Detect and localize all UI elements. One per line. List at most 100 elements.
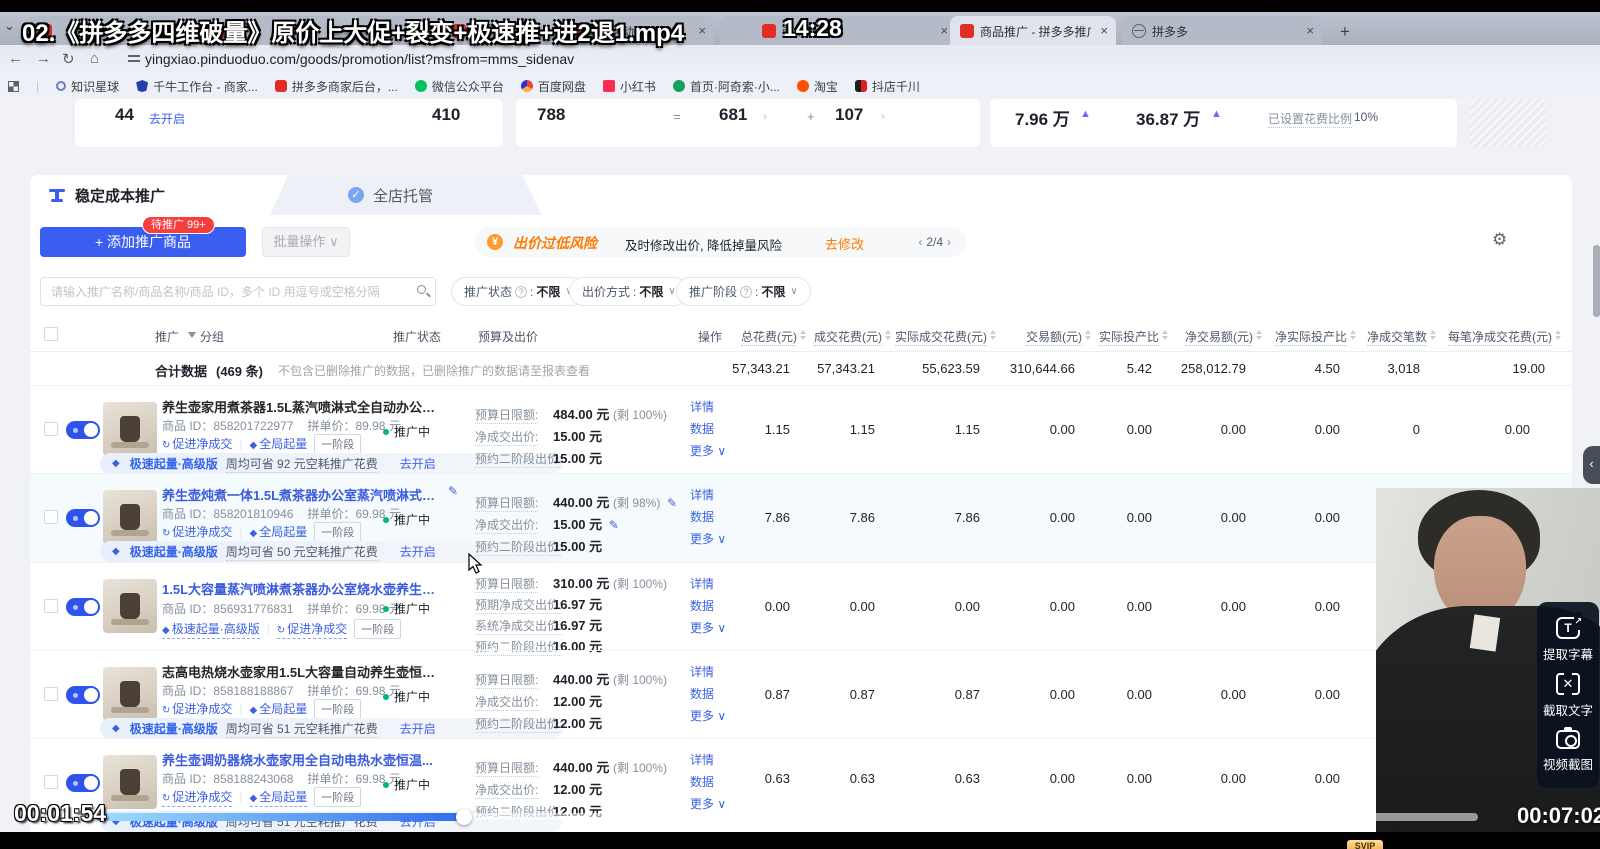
- reload-icon[interactable]: ↻: [62, 50, 75, 68]
- banner-enable-link[interactable]: 去开启: [400, 543, 436, 560]
- search-input[interactable]: [51, 279, 411, 304]
- edit-icon[interactable]: ✎: [609, 518, 619, 532]
- more-link[interactable]: 更多 ∨: [690, 442, 726, 459]
- col-metric[interactable]: 实际投产比: [1098, 328, 1168, 346]
- tag-link[interactable]: ◆ 极速起量·高级版: [162, 620, 260, 639]
- more-link[interactable]: 更多 ∨: [690, 707, 726, 724]
- col-metric[interactable]: 交易额(元): [1026, 328, 1091, 346]
- scrollbar-thumb[interactable]: [1593, 245, 1600, 317]
- filter-bid-type[interactable]: 出价方式: 不限 ∨: [569, 277, 689, 306]
- product-name[interactable]: 养生壶家用煮茶器1.5L蒸汽喷淋式全自动办公室...: [162, 397, 442, 416]
- more-link[interactable]: 更多 ∨: [690, 530, 726, 547]
- chevron-right-icon[interactable]: ›: [881, 109, 885, 123]
- col-metric[interactable]: 每笔净成交花费(元): [1448, 328, 1561, 346]
- promo-toggle[interactable]: [66, 421, 100, 439]
- bookmark[interactable]: 淘宝: [796, 78, 838, 95]
- pager-prev-icon[interactable]: ‹: [914, 235, 926, 249]
- svip-badge[interactable]: SVIP: [1347, 840, 1383, 849]
- tag-link[interactable]: ◆ 全局起量: [249, 523, 308, 542]
- tag-link[interactable]: ↻ 促进净成交: [162, 523, 233, 542]
- row-checkbox[interactable]: [44, 599, 58, 613]
- bookmark[interactable]: 首页·阿奇索·小...: [672, 78, 780, 95]
- edit-icon[interactable]: ✎: [667, 496, 677, 510]
- home-icon[interactable]: ⌂: [90, 50, 99, 67]
- select-all-checkbox[interactable]: [44, 327, 58, 341]
- tab-stable-cost[interactable]: 稳定成本推广: [48, 175, 165, 215]
- bookmark[interactable]: 千牛工作台 - 商家...: [136, 78, 258, 95]
- close-icon[interactable]: ×: [698, 23, 706, 38]
- extract-subtitles-button[interactable]: T 提取字幕: [1543, 612, 1593, 663]
- site-info-icon[interactable]: [128, 54, 140, 64]
- tag-link[interactable]: ↻ 促进净成交: [162, 788, 233, 807]
- detail-link[interactable]: 详情: [690, 575, 714, 592]
- col-metric[interactable]: 净交易额(元): [1185, 328, 1262, 346]
- product-name[interactable]: 志高电热烧水壶家用1.5L大容量自动养生壶恒温...: [162, 662, 442, 681]
- capture-text-button[interactable]: ✕ 截取文字: [1543, 672, 1593, 719]
- filter-promo-status[interactable]: 推广状态 ?: 不限 ∨: [451, 277, 586, 306]
- bookmark[interactable]: 抖店千川: [854, 78, 920, 95]
- banner-enable-link[interactable]: 去开启: [400, 720, 436, 737]
- col-metric[interactable]: 净实际投产比: [1274, 328, 1356, 346]
- new-tab-button[interactable]: +: [1340, 22, 1350, 42]
- col-metric[interactable]: 总花费(元): [741, 328, 806, 346]
- close-icon[interactable]: ×: [940, 23, 948, 38]
- product-name[interactable]: 养生壶炖煮一体1.5L煮茶器办公室蒸汽喷淋式全...: [162, 485, 442, 504]
- detail-link[interactable]: 详情: [690, 663, 714, 680]
- forward-icon[interactable]: →: [36, 50, 51, 67]
- add-promotion-button[interactable]: + 添加推广商品: [40, 227, 246, 257]
- url-bar[interactable]: yingxiao.pinduoduo.com/goods/promotion/l…: [145, 51, 574, 67]
- close-icon[interactable]: ×: [1306, 23, 1314, 38]
- promo-toggle[interactable]: [66, 686, 100, 704]
- search-box[interactable]: [40, 277, 436, 306]
- batch-actions-button[interactable]: 批量操作 ∨: [262, 227, 350, 257]
- col-metric[interactable]: 实际成交花费(元): [895, 328, 996, 346]
- row-checkbox[interactable]: [44, 422, 58, 436]
- promo-toggle[interactable]: [66, 509, 100, 527]
- tag-link[interactable]: ↻ 促进净成交: [276, 620, 348, 639]
- product-name[interactable]: 养生壶调奶器烧水壶家用全自动电热水壶恒温...: [162, 750, 433, 769]
- col-group[interactable]: 分组: [200, 328, 224, 345]
- apps-grid-icon[interactable]: [8, 80, 19, 92]
- product-name[interactable]: 1.5L大容量蒸汽喷淋煮茶器办公室烧水壶养生壶...: [162, 579, 442, 598]
- row-checkbox[interactable]: [44, 510, 58, 524]
- bookmark[interactable]: 知识星球: [56, 78, 119, 95]
- tag-link[interactable]: ↻ 促进净成交: [162, 700, 233, 719]
- tag-link[interactable]: ◆ 全局起量: [249, 700, 308, 719]
- col-metric[interactable]: 成交花费(元): [814, 328, 891, 346]
- row-checkbox[interactable]: [44, 775, 58, 789]
- chevron-right-icon[interactable]: ›: [763, 109, 767, 123]
- side-collapse-handle[interactable]: ‹: [1583, 446, 1600, 484]
- filter-promo-stage[interactable]: 推广阶段 ?: 不限 ∨: [676, 277, 811, 306]
- detail-link[interactable]: 详情: [690, 398, 714, 415]
- bookmark[interactable]: 小红书: [602, 78, 656, 95]
- filter-funnel-icon[interactable]: [188, 332, 196, 338]
- tab-search-caret-icon[interactable]: ⌄: [4, 18, 15, 34]
- detail-link[interactable]: 详情: [690, 486, 714, 503]
- browser-tab-pdd[interactable]: 拼多多 ×: [1122, 16, 1322, 45]
- row-checkbox[interactable]: [44, 687, 58, 701]
- more-link[interactable]: 更多 ∨: [690, 619, 726, 636]
- bookmark[interactable]: 微信公众平台: [414, 78, 504, 95]
- enable-link[interactable]: 去开启: [149, 110, 185, 127]
- video-screenshot-button[interactable]: 视频截图: [1543, 726, 1593, 773]
- tag-link[interactable]: ◆ 全局起量: [249, 435, 308, 454]
- promo-toggle[interactable]: [66, 774, 100, 792]
- promo-toggle[interactable]: [66, 598, 100, 616]
- tag-link[interactable]: ↻ 促进净成交: [162, 435, 233, 454]
- edit-icon[interactable]: ✎: [448, 484, 458, 498]
- fix-bid-link[interactable]: 去修改: [825, 234, 864, 253]
- tag-link[interactable]: ◆ 全局起量: [249, 788, 308, 807]
- settings-gear-icon[interactable]: ⚙: [1492, 230, 1507, 250]
- col-metric[interactable]: 净成交笔数: [1366, 328, 1436, 346]
- more-link[interactable]: 更多 ∨: [690, 795, 726, 812]
- tab-shop-hosting[interactable]: ✓ 全店托管: [348, 175, 433, 215]
- search-icon[interactable]: [417, 285, 426, 294]
- bookmark[interactable]: 百度网盘: [520, 78, 586, 95]
- video-progress-knob[interactable]: [456, 809, 472, 825]
- close-icon[interactable]: ×: [1100, 23, 1108, 38]
- detail-link[interactable]: 详情: [690, 751, 714, 768]
- banner-enable-link[interactable]: 去开启: [400, 455, 436, 472]
- bookmark[interactable]: 拼多多商家后台，...: [274, 78, 398, 95]
- warning-pager[interactable]: ‹ 2/4 ›: [914, 235, 955, 249]
- browser-tab-active[interactable]: 商品推广 - 拼多多推广平台 ×: [950, 16, 1116, 45]
